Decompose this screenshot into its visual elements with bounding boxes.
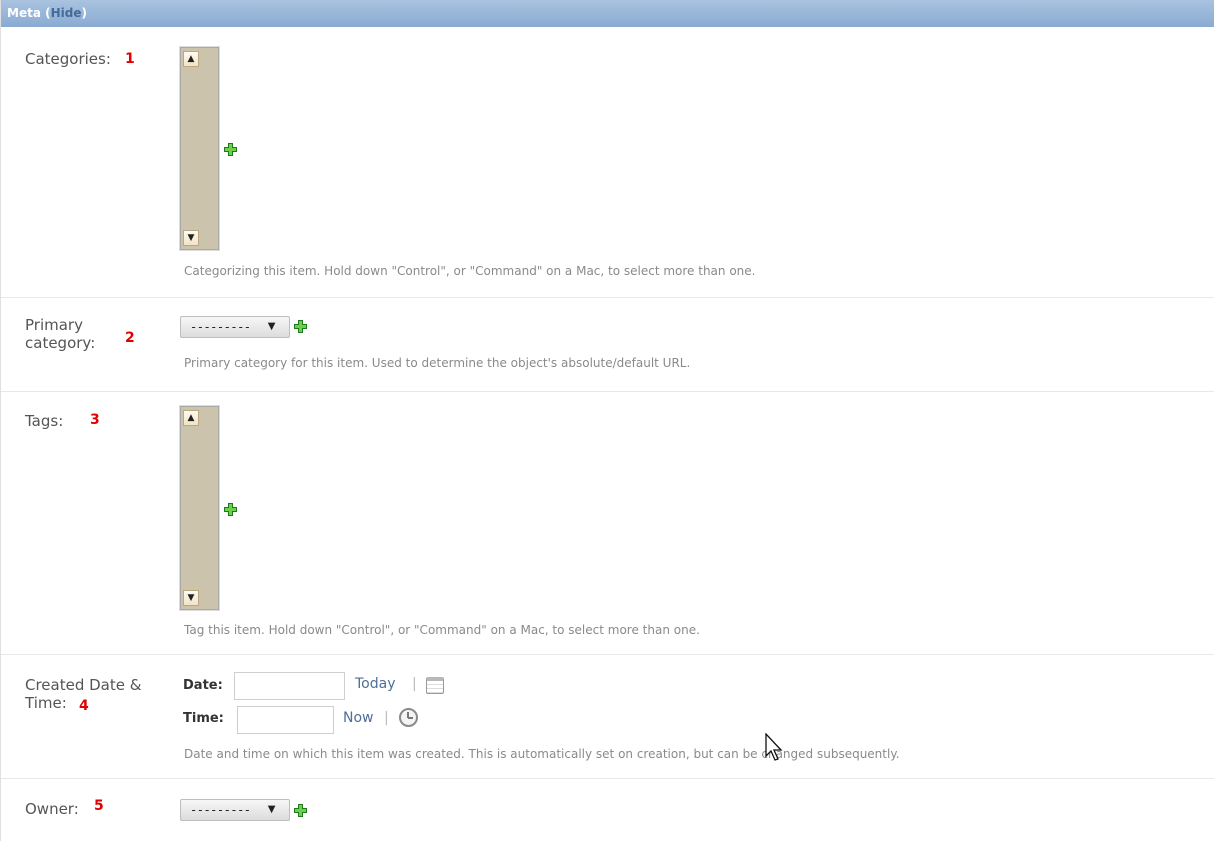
add-primary-category-icon[interactable]	[294, 320, 307, 333]
tags-multiselect[interactable]: ▲ ▼	[179, 405, 220, 611]
owner-selected: ---------	[190, 803, 251, 817]
primary-category-select[interactable]: --------- ▼	[180, 316, 290, 338]
created-help: Date and time on which this item was cre…	[184, 747, 900, 761]
chevron-down-icon: ▼	[267, 804, 276, 815]
primary-category-label: Primary category:	[25, 316, 95, 352]
meta-fieldset: Meta (Hide) Categories: 1 ▲ ▼ Categorizi…	[0, 0, 1214, 841]
form-row-owner: Owner: 5 --------- ▼	[1, 779, 1214, 841]
annotation-number: 4	[79, 698, 89, 714]
annotation-number: 2	[125, 330, 135, 346]
calendar-icon[interactable]	[426, 677, 444, 694]
categories-label: Categories:	[25, 50, 111, 68]
categories-help: Categorizing this item. Hold down "Contr…	[184, 264, 756, 278]
form-row-primary-category: Primary category: 2 --------- ▼ Primary …	[1, 298, 1214, 392]
now-link[interactable]: Now	[343, 710, 374, 726]
created-label-line1: Created Date &	[25, 676, 142, 694]
form-row-categories: Categories: 1 ▲ ▼ Categorizing this item…	[1, 27, 1214, 298]
scroll-down-icon[interactable]: ▼	[183, 230, 199, 246]
form-row-tags: Tags: 3 ▲ ▼ Tag this item. Hold down "Co…	[1, 392, 1214, 655]
add-owner-icon[interactable]	[294, 804, 307, 817]
clock-icon[interactable]	[399, 708, 418, 727]
owner-select[interactable]: --------- ▼	[180, 799, 290, 821]
fieldset-header: Meta (Hide)	[1, 0, 1214, 27]
separator: |	[384, 710, 389, 726]
scroll-down-icon[interactable]: ▼	[183, 590, 199, 606]
add-category-icon[interactable]	[224, 143, 237, 156]
hide-toggle-link[interactable]: Hide	[51, 6, 82, 20]
mouse-cursor-icon	[765, 733, 783, 761]
owner-label: Owner:	[25, 800, 79, 818]
tags-help: Tag this item. Hold down "Control", or "…	[184, 623, 700, 637]
date-label: Date:	[183, 678, 223, 693]
annotation-number: 5	[94, 798, 104, 814]
scroll-up-icon[interactable]: ▲	[183, 410, 199, 426]
primary-category-label-line1: Primary	[25, 316, 83, 334]
annotation-number: 1	[125, 51, 135, 67]
separator: |	[412, 676, 417, 692]
time-label: Time:	[183, 711, 224, 726]
tags-label: Tags:	[25, 412, 64, 430]
add-tag-icon[interactable]	[224, 503, 237, 516]
annotation-number: 3	[90, 412, 100, 428]
today-link[interactable]: Today	[355, 676, 396, 692]
time-input[interactable]	[237, 706, 334, 734]
date-input[interactable]	[234, 672, 345, 700]
primary-category-help: Primary category for this item. Used to …	[184, 356, 691, 370]
fieldset-title: Meta	[7, 6, 41, 20]
chevron-down-icon: ▼	[267, 321, 276, 332]
hide-toggle[interactable]: (Hide)	[45, 6, 87, 20]
primary-category-label-line2: category:	[25, 334, 96, 352]
scroll-up-icon[interactable]: ▲	[183, 51, 199, 67]
form-row-created: Created Date & Time: 4 Date: Today | Tim…	[1, 655, 1214, 779]
primary-category-selected: ---------	[190, 320, 251, 334]
categories-multiselect[interactable]: ▲ ▼	[179, 46, 220, 251]
